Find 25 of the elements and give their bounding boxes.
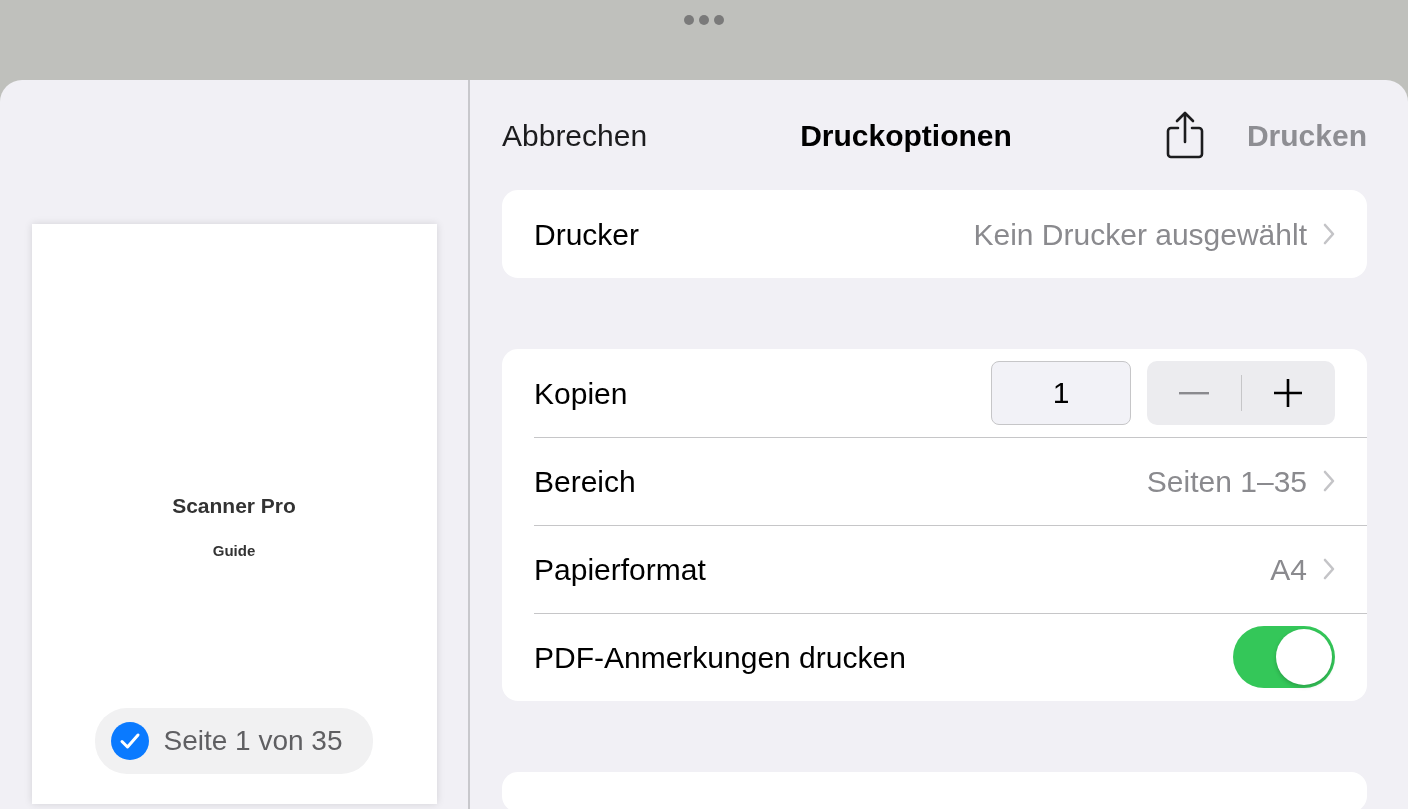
setting-value[interactable]: A4 bbox=[1270, 546, 1335, 592]
chevron-icon bbox=[1323, 223, 1335, 245]
setting-value[interactable]: Seiten 1–35 bbox=[1146, 458, 1335, 504]
setting-label: Bereich bbox=[534, 463, 636, 500]
document-subtitle: Guide bbox=[212, 540, 256, 561]
checkmark-icon[interactable] bbox=[111, 722, 150, 760]
plus-icon[interactable] bbox=[1273, 378, 1304, 408]
dialog-title: Druckoptionen bbox=[799, 117, 1013, 154]
setting-label: PDF-Anmerkungen drucken bbox=[534, 639, 906, 676]
chevron-icon bbox=[1323, 558, 1335, 580]
minus-icon[interactable] bbox=[1178, 391, 1209, 395]
cancel-button[interactable]: Abbrechen bbox=[502, 112, 648, 158]
copies-field[interactable]: 1 bbox=[991, 361, 1131, 425]
setting-label: Kopien bbox=[534, 375, 628, 412]
setting-value[interactable]: Kein Drucker ausgewählt bbox=[973, 211, 1335, 257]
page-selection-badge[interactable]: Seite 1 von 35 bbox=[95, 708, 373, 774]
chevron-icon bbox=[1323, 470, 1335, 492]
share-icon[interactable] bbox=[1164, 111, 1205, 159]
page-preview[interactable]: Scanner Pro Guide Seite 1 von 35 bbox=[31, 224, 437, 804]
grabber-icon[interactable] bbox=[683, 14, 725, 26]
setting-label: Papierformat bbox=[534, 551, 706, 588]
setting-label: Drucker bbox=[534, 216, 639, 253]
toggle-switch[interactable] bbox=[1233, 626, 1335, 688]
document-title: Scanner Pro bbox=[172, 493, 296, 519]
page-count-label: Seite 1 von 35 bbox=[163, 724, 343, 758]
